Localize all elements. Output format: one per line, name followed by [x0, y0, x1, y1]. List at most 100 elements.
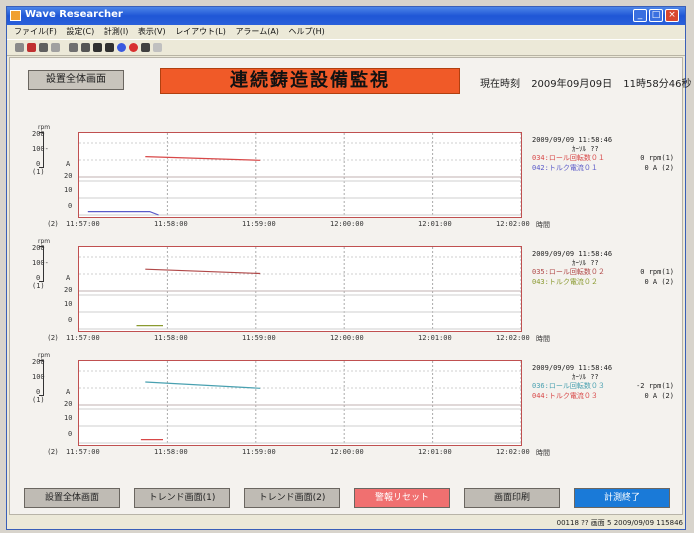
legend-row: 042:トルク電流０１ 0 A (2)	[532, 164, 682, 174]
window-title: Wave Researcher	[25, 9, 123, 20]
x-axis-labels: 11:57:00 11:58:00 11:59:00 12:00:00 12:0…	[66, 220, 550, 230]
menu-layout[interactable]: レイアウト(L)	[175, 25, 226, 39]
overview-button[interactable]: 設置全体画面	[24, 488, 120, 508]
toolbar-left-icon[interactable]	[93, 43, 102, 52]
scale-lower-min: 0	[68, 202, 73, 210]
toolbar-page-icon[interactable]	[51, 43, 60, 52]
series-line-1	[145, 156, 261, 161]
minimize-button[interactable]: _	[633, 9, 647, 22]
toolbar-print-icon[interactable]	[39, 43, 48, 52]
x-tick-label: 11:57:00	[66, 220, 100, 228]
scale-lower-unit: A	[66, 274, 71, 282]
trend-plot-2[interactable]	[78, 246, 522, 332]
series-line-1	[145, 268, 261, 275]
x-tick-label: 12:01:00	[418, 448, 452, 456]
trend-panel-1: rpm 200 100- 0 (1) A 20 10 0 (2) 11:57:0…	[18, 124, 682, 230]
toolbar-arrow-icon[interactable]	[15, 43, 24, 52]
legend-timestamp: 2009/09/09 11:58:46	[532, 136, 613, 144]
menu-help[interactable]: ヘルプ(H)	[288, 25, 324, 39]
toolbar-record-icon[interactable]	[27, 43, 36, 52]
toolbar-stop-icon[interactable]	[141, 43, 150, 52]
scale-lower-max: 20	[64, 286, 73, 294]
legend-series-value: 0 A (2)	[644, 278, 674, 286]
page-title: 連続鋳造設備監視	[160, 68, 460, 94]
legend-timestamp: 2009/09/09 11:58:46	[532, 364, 613, 372]
trend-chart-3	[79, 361, 521, 445]
x-axis-labels: 11:57:00 11:58:00 11:59:00 12:00:00 12:0…	[66, 448, 550, 458]
axis-tag: (2)	[48, 334, 58, 342]
maximize-button[interactable]: □	[649, 9, 663, 22]
end-measurement-button[interactable]: 計測終了	[574, 488, 670, 508]
status-bar: 00118 ?? 画面 5 2009/09/09 115846	[556, 519, 683, 527]
menu-view[interactable]: 表示(V)	[138, 25, 166, 39]
app-icon	[10, 10, 21, 21]
scale-bracket	[39, 132, 44, 168]
x-unit-label: 時間	[536, 221, 550, 229]
alarm-reset-button[interactable]: 警報リセット	[354, 488, 450, 508]
x-tick-label: 11:58:00	[154, 334, 188, 342]
trend-legend-1: 2009/09/09 11:58:46 ｶｰｿﾙ ?? 034:ロール回転数０１…	[532, 136, 682, 174]
legend-timestamp: 2009/09/09 11:58:46	[532, 250, 613, 258]
legend-row: 036:ロール回転数０３ -2 rpm(1)	[532, 382, 682, 392]
trend-legend-2: 2009/09/09 11:58:46 ｶｰｿﾙ ?? 035:ロール回転数０２…	[532, 250, 682, 288]
menu-alarm[interactable]: アラーム(A)	[235, 25, 278, 39]
legend-row: 035:ロール回転数０２ 0 rpm(1)	[532, 268, 682, 278]
legend-series-value: 0 rpm(1)	[640, 268, 674, 276]
title-bar[interactable]: Wave Researcher _ □ ×	[7, 7, 685, 25]
scale-upper-tag: (1)	[32, 168, 45, 176]
x-tick-label: 12:02:00	[496, 448, 530, 456]
legend-series-value: 0 A (2)	[644, 392, 674, 400]
legend-series-value: 0 A (2)	[644, 164, 674, 172]
legend-cursor: ｶｰｿﾙ ??	[572, 145, 599, 153]
x-tick-label: 11:59:00	[242, 220, 276, 228]
x-tick-label: 11:59:00	[242, 448, 276, 456]
scale-lower-mid: 10	[64, 414, 73, 422]
legend-row: 043:トルク電流０２ 0 A (2)	[532, 278, 682, 288]
x-unit-label: 時間	[536, 449, 550, 457]
scale-lower-mid: 10	[64, 300, 73, 308]
scale-lower-unit: A	[66, 160, 71, 168]
trend-panel-3: rpm 200 100 0 (1) A 20 10 0 (2) 11:57:00…	[18, 352, 682, 458]
toolbar-blue-icon[interactable]	[117, 43, 126, 52]
legend-series-name: 042:トルク電流０１	[532, 164, 598, 172]
app-window: Wave Researcher _ □ × ファイル(F) 設定(C) 計測(I…	[6, 6, 691, 530]
legend-series-name: 035:ロール回転数０２	[532, 268, 605, 276]
trend-chart-2	[79, 247, 521, 331]
clock-time: 11時58分46秒	[623, 79, 692, 90]
axis-tag: (2)	[48, 220, 58, 228]
x-tick-label: 12:00:00	[330, 220, 364, 228]
x-tick-label: 11:58:00	[154, 220, 188, 228]
x-tick-label: 11:57:00	[66, 448, 100, 456]
trend1-button[interactable]: トレンド画面(1)	[134, 488, 230, 508]
trend-panel-2: rpm 200 100- 0 (1) A 20 10 0 (2) 11:57:0…	[18, 238, 682, 344]
legend-series-name: 044:トルク電流０３	[532, 392, 598, 400]
monitor-screen: 設置全体画面 連続鋳造設備監視 現在時刻 2009年09月09日 11時58分4…	[9, 57, 691, 515]
axis-tag: (2)	[48, 448, 58, 456]
x-unit-label: 時間	[536, 335, 550, 343]
trend-plot-3[interactable]	[78, 360, 522, 446]
scale-bracket	[39, 360, 44, 396]
x-tick-label: 12:02:00	[496, 220, 530, 228]
legend-series-value: -2 rpm(1)	[636, 382, 674, 390]
trend-legend-3: 2009/09/09 11:58:46 ｶｰｿﾙ ?? 036:ロール回転数０３…	[532, 364, 682, 402]
menu-settings[interactable]: 設定(C)	[66, 25, 94, 39]
legend-series-name: 043:トルク電流０２	[532, 278, 598, 286]
trend-plot-1[interactable]	[78, 132, 522, 218]
x-tick-label: 12:00:00	[330, 448, 364, 456]
print-screen-button[interactable]: 画面印刷	[464, 488, 560, 508]
scale-upper-tag: (1)	[32, 282, 45, 290]
menu-file[interactable]: ファイル(F)	[14, 25, 57, 39]
toolbar-zoom-icon[interactable]	[69, 43, 78, 52]
trend2-button[interactable]: トレンド画面(2)	[244, 488, 340, 508]
toolbar-cursor-icon[interactable]	[81, 43, 90, 52]
overview-header-button[interactable]: 設置全体画面	[28, 70, 124, 90]
toolbar-red-icon[interactable]	[129, 43, 138, 52]
clock-date: 2009年09月09日	[531, 79, 613, 90]
toolbar-right-icon[interactable]	[105, 43, 114, 52]
close-button[interactable]: ×	[665, 9, 679, 22]
scale-lower-min: 0	[68, 316, 73, 324]
scale-upper-tag: (1)	[32, 396, 45, 404]
menu-measure[interactable]: 計測(I)	[104, 25, 129, 39]
toolbar-settings-icon[interactable]	[153, 43, 162, 52]
clock-label: 現在時刻	[480, 79, 520, 90]
